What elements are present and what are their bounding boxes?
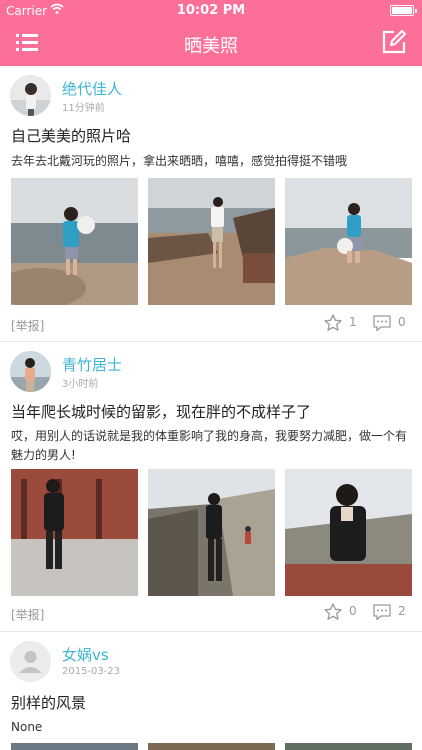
post-photo[interactable] bbox=[148, 743, 275, 750]
comment-icon bbox=[373, 315, 391, 332]
post-photo[interactable] bbox=[11, 178, 138, 305]
default-avatar-icon bbox=[10, 641, 51, 682]
like-button[interactable]: 0 bbox=[323, 602, 363, 622]
report-button[interactable]: [举报] bbox=[11, 606, 44, 623]
comment-count: 2 bbox=[398, 604, 406, 618]
post-photo[interactable] bbox=[148, 178, 275, 305]
clock: 10:02 PM bbox=[176, 3, 246, 18]
post-card: 女娲vs 2015-03-23 别样的风景 None bbox=[0, 632, 422, 750]
avatar[interactable] bbox=[10, 351, 51, 392]
post-description: None bbox=[11, 720, 43, 734]
post-description: 哎，用别人的话说就是我的体重影响了我的身高，我要努力减肥，做一个有魅力的男人! bbox=[11, 429, 408, 462]
comment-icon bbox=[373, 604, 391, 621]
post-title: 当年爬长城时候的留影，现在胖的不成样子了 bbox=[11, 403, 312, 421]
comment-button[interactable]: 2 bbox=[372, 602, 412, 622]
navigation-bar: Carrier 10:02 PM 晒美照 bbox=[0, 0, 422, 66]
edit-icon bbox=[382, 30, 406, 54]
report-button[interactable]: [举报] bbox=[11, 317, 44, 334]
post-time: 11分钟前 bbox=[62, 103, 105, 114]
post-username[interactable]: 绝代佳人 bbox=[62, 78, 122, 99]
comment-button[interactable]: 0 bbox=[372, 313, 412, 333]
post-time: 3小时前 bbox=[62, 379, 99, 390]
like-count: 0 bbox=[349, 604, 357, 618]
post-photo[interactable] bbox=[11, 469, 138, 596]
post-photo[interactable] bbox=[285, 178, 412, 305]
like-button[interactable]: 1 bbox=[323, 313, 363, 333]
compose-button[interactable] bbox=[380, 28, 408, 56]
post-photo[interactable] bbox=[11, 743, 138, 750]
avatar[interactable] bbox=[10, 75, 51, 116]
post-photo[interactable] bbox=[285, 743, 412, 750]
post-title: 别样的风景 bbox=[11, 694, 87, 712]
avatar[interactable] bbox=[10, 641, 51, 682]
post-username[interactable]: 女娲vs bbox=[62, 644, 109, 665]
status-bar: Carrier 10:02 PM bbox=[0, 0, 422, 22]
post-photo[interactable] bbox=[148, 469, 275, 596]
post-username[interactable]: 青竹居士 bbox=[62, 354, 122, 375]
battery-icon bbox=[390, 5, 417, 16]
post-photo[interactable] bbox=[285, 469, 412, 596]
post-title: 自己美美的照片哈 bbox=[11, 127, 132, 145]
comment-count: 0 bbox=[398, 315, 406, 329]
post-time: 2015-03-23 bbox=[62, 666, 121, 677]
page-title: 晒美照 bbox=[184, 36, 238, 57]
post-description: 去年去北戴河玩的照片，拿出来晒晒，嘻嘻，感觉拍得挺不错哦 bbox=[11, 154, 348, 168]
like-count: 1 bbox=[349, 315, 357, 329]
post-card: 青竹居士 3小时前 当年爬长城时候的留影，现在胖的不成样子了 哎，用别人的话说就… bbox=[0, 342, 422, 632]
post-card: 绝代佳人 11分钟前 自己美美的照片哈 去年去北戴河玩的照片，拿出来晒晒，嘻嘻，… bbox=[0, 66, 422, 342]
star-icon bbox=[324, 314, 342, 331]
star-icon bbox=[324, 603, 342, 620]
